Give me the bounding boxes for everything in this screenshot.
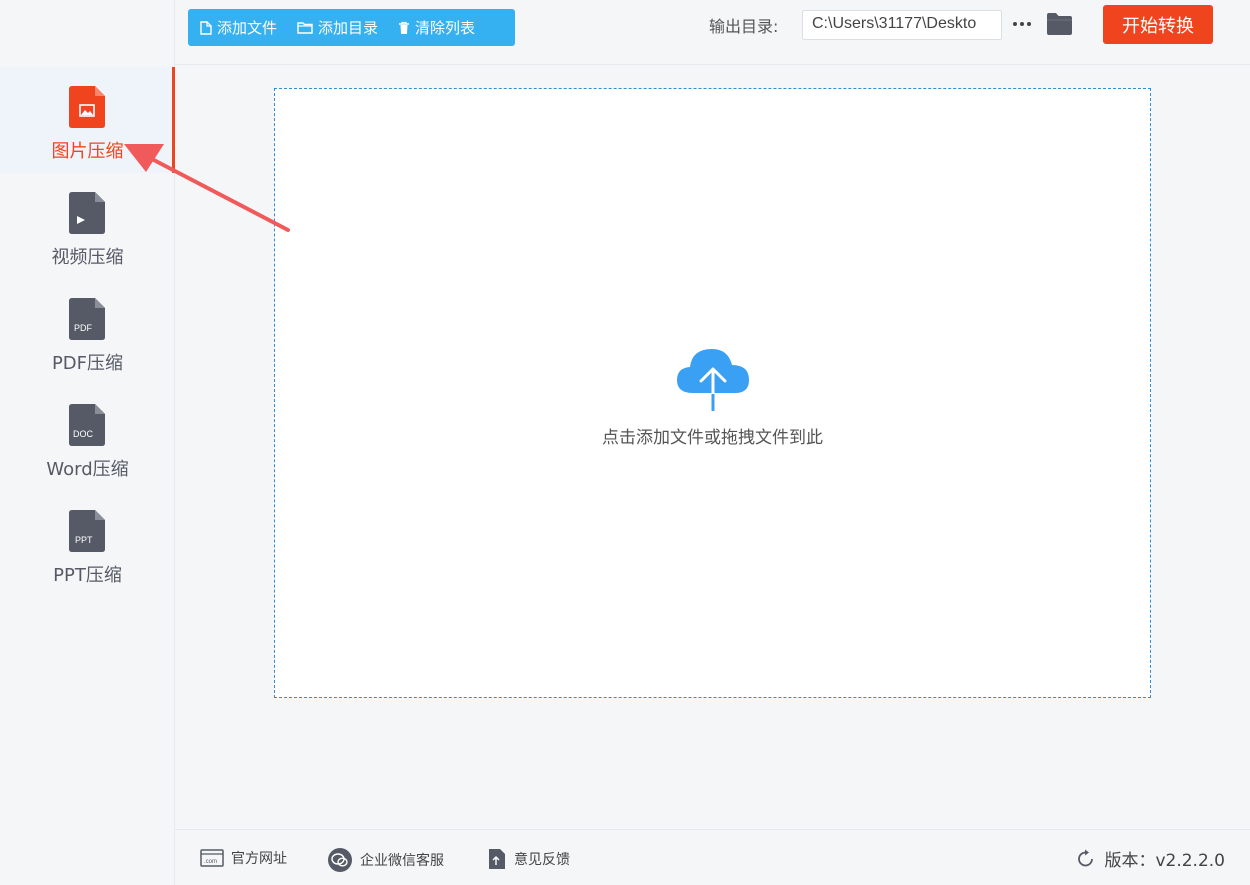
clear-list-button[interactable]: 清除列表 (398, 17, 475, 38)
pdf-file-icon: PDF (69, 298, 105, 340)
add-folder-label: 添加目录 (318, 19, 379, 37)
sidebar-item-label: Word压缩 (46, 459, 129, 480)
cloud-upload-icon[interactable] (675, 345, 751, 413)
version-info: 版本：v2.2.2.0 (1076, 846, 1225, 871)
video-file-icon (69, 192, 105, 234)
trash-icon (399, 21, 410, 34)
output-dir-field[interactable]: C:\Users\31177\Deskto (802, 10, 1002, 40)
output-dir-label: 输出目录: (709, 17, 779, 36)
ppt-file-icon: PPT (69, 510, 105, 552)
sidebar-item-label: 图片压缩 (51, 141, 124, 162)
official-website-link[interactable]: .com 官方网址 (200, 848, 287, 868)
svg-text:PDF: PDF (74, 323, 93, 333)
wechat-service-link[interactable]: 企业微信客服 (327, 848, 444, 872)
doc-file-icon: DOC (69, 404, 105, 446)
sidebar-item-video-compress[interactable]: 视频压缩 (0, 173, 175, 279)
website-label: 官方网址 (231, 851, 287, 867)
image-file-icon (69, 86, 105, 128)
sidebar-item-word-compress[interactable]: DOC Word压缩 (0, 385, 175, 491)
sidebar-item-pdf-compress[interactable]: PDF PDF压缩 (0, 279, 175, 385)
svg-text:.com: .com (204, 859, 217, 865)
wechat-icon (328, 848, 352, 872)
sidebar-item-label: PPT压缩 (53, 565, 122, 586)
wechat-label: 企业微信客服 (360, 853, 444, 869)
sidebar-item-label: 视频压缩 (51, 247, 124, 268)
svg-text:PPT: PPT (75, 535, 93, 545)
website-icon: .com (200, 849, 224, 867)
feedback-link[interactable]: 意见反馈 (487, 848, 570, 870)
sidebar-item-image-compress[interactable]: 图片压缩 (0, 67, 175, 173)
feedback-label: 意见反馈 (514, 852, 570, 868)
sidebar-item-label: PDF压缩 (51, 353, 124, 374)
version-label: 版本：v2.2.2.0 (1104, 851, 1225, 871)
sidebar: 图片压缩 视频压缩 PDF PDF压缩 DOC Word压缩 PPT PPT压缩 (0, 0, 175, 885)
folder-outline-icon (297, 22, 313, 34)
file-icon (200, 20, 212, 35)
drop-zone-hint: 点击添加文件或拖拽文件到此 (602, 428, 823, 448)
refresh-icon[interactable] (1076, 849, 1096, 869)
svg-text:DOC: DOC (73, 429, 94, 439)
header-divider (175, 64, 1250, 65)
add-file-label: 添加文件 (217, 19, 278, 37)
add-folder-button[interactable]: 添加目录 (297, 17, 378, 38)
clear-list-label: 清除列表 (415, 19, 476, 37)
footer-bar: .com 官方网址 企业微信客服 意见反馈 版本：v2.2.2.0 (175, 829, 1250, 885)
file-toolbar: 添加文件 添加目录 清除列表 (188, 9, 515, 46)
feedback-icon (489, 849, 505, 869)
add-file-button[interactable]: 添加文件 (200, 17, 277, 38)
sidebar-item-ppt-compress[interactable]: PPT PPT压缩 (0, 491, 175, 597)
start-convert-button[interactable]: 开始转换 (1103, 5, 1213, 44)
folder-icon[interactable] (1046, 12, 1073, 36)
more-options-icon[interactable] (1011, 14, 1033, 34)
